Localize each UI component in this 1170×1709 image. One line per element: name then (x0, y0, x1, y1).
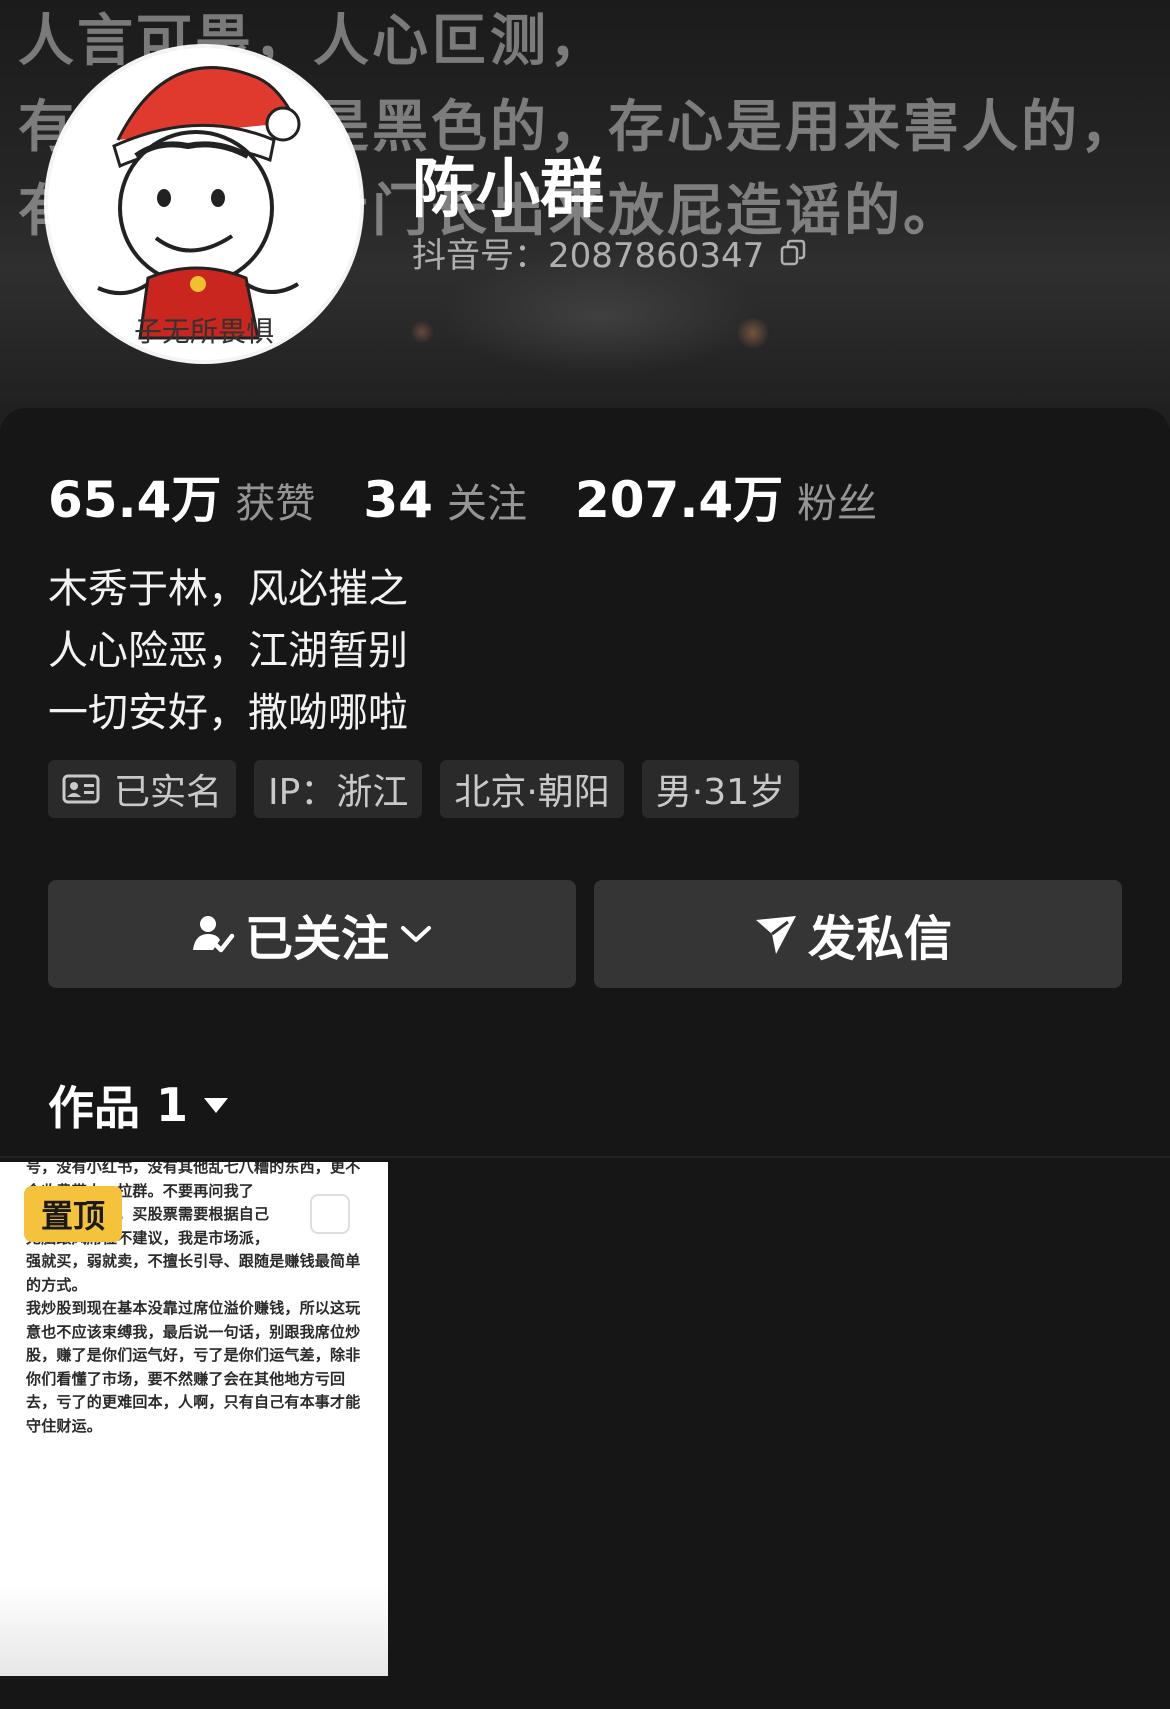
thumbnail-text-line: 意也不应该束缚我，最后说一句话，别跟我席位炒 (26, 1322, 361, 1341)
thumbnail-text-line: 去，亏了的更难回本，人啊，只有自己有本事才能 (26, 1393, 361, 1411)
send-message-button[interactable]: 发私信 (594, 880, 1122, 988)
stat-likes[interactable]: 65.4万 获赞 (48, 460, 315, 532)
thumbnail-overlay-mark (310, 1194, 350, 1234)
tag-label: 北京·朝阳 (454, 772, 610, 813)
avatar[interactable]: 子无所畏惧 (48, 48, 360, 360)
works-count: 1 (156, 1078, 189, 1132)
video-thumbnail[interactable]: 号，没有小红书，没有其他乱七八糟的东西，更不 会收费带人，拉群。不要再问我了 跟… (0, 1162, 388, 1676)
thumbnail-text-line: 守住财运。 (26, 1416, 103, 1435)
pinned-badge: 置顶 (24, 1186, 122, 1242)
id-card-icon (62, 774, 100, 804)
stat-label: 获赞 (235, 481, 316, 527)
stat-label: 粉丝 (797, 481, 878, 527)
douyin-id-text: 抖音号：2087860347 (412, 236, 765, 276)
thumbnail-text-line: 你们看懂了市场，要不然赚了会在其他地方亏回 (26, 1369, 346, 1388)
banner-light (410, 320, 434, 344)
tag-gender-age: 男·31岁 (641, 760, 800, 818)
avatar-caption: 子无所畏惧 (133, 315, 274, 348)
following-button-label: 已关注 (244, 911, 389, 967)
tag-label: IP：浙江 (268, 772, 409, 813)
tag-label: 男·31岁 (655, 772, 786, 813)
send-message-label: 发私信 (807, 911, 952, 967)
user-check-icon (192, 916, 235, 953)
tag-verified: 已实名 (48, 760, 237, 818)
profile-name: 陈小群 (412, 153, 604, 227)
tag-ip: IP：浙江 (254, 760, 423, 818)
stat-following[interactable]: 34 关注 (363, 471, 527, 529)
tag-label: 已实名 (114, 772, 223, 813)
tab-works[interactable]: 作品 1 (48, 1072, 230, 1138)
bio-line: 人心险恶，江湖暂别 (48, 628, 408, 674)
tab-divider (0, 1156, 1170, 1158)
thumbnail-text-line: 股，赚了是你们运气好，亏了是你们运气差，除非 (26, 1346, 361, 1364)
caret-down-icon (204, 1098, 229, 1113)
stat-value: 65.4万 (48, 471, 222, 529)
thumbnail-text-line: 的方式。 (26, 1275, 87, 1294)
profile-bio: 木秀于林，风必摧之 人心险恶，江湖暂别 一切安好，撒呦哪啦 (48, 558, 408, 744)
stat-label: 关注 (446, 481, 527, 527)
copy-icon[interactable] (778, 238, 808, 268)
thumbnail-text-line: 强就买，弱就卖，不擅长引导、跟随是赚钱最简单 (26, 1252, 361, 1270)
stat-value: 34 (363, 471, 433, 529)
thumbnail-text-line: 我炒股到现在基本没靠过席位溢价赚钱，所以这玩 (26, 1299, 361, 1317)
douyin-id[interactable]: 抖音号：2087860347 (412, 228, 808, 277)
bio-line: 一切安好，撒呦哪啦 (48, 690, 408, 736)
send-icon (755, 916, 796, 954)
works-label: 作品 (48, 1081, 140, 1135)
following-button[interactable]: 已关注 (48, 880, 576, 988)
chevron-down-icon (401, 926, 431, 942)
thumbnail-fade (0, 1586, 388, 1676)
thumbnail-text-line: 号，没有小红书，没有其他乱七八糟的东西，更不 (26, 1162, 361, 1176)
profile-stats: 65.4万 获赞 34 关注 207.4万 粉丝 (48, 460, 925, 532)
stat-followers[interactable]: 207.4万 粉丝 (575, 460, 877, 532)
bio-line: 木秀于林，风必摧之 (48, 566, 408, 612)
tag-location: 北京·朝阳 (440, 760, 624, 818)
stat-value: 207.4万 (574, 471, 784, 529)
profile-tags: 已实名 IP：浙江 北京·朝阳 男·31岁 (48, 760, 817, 818)
banner-light (735, 318, 771, 348)
